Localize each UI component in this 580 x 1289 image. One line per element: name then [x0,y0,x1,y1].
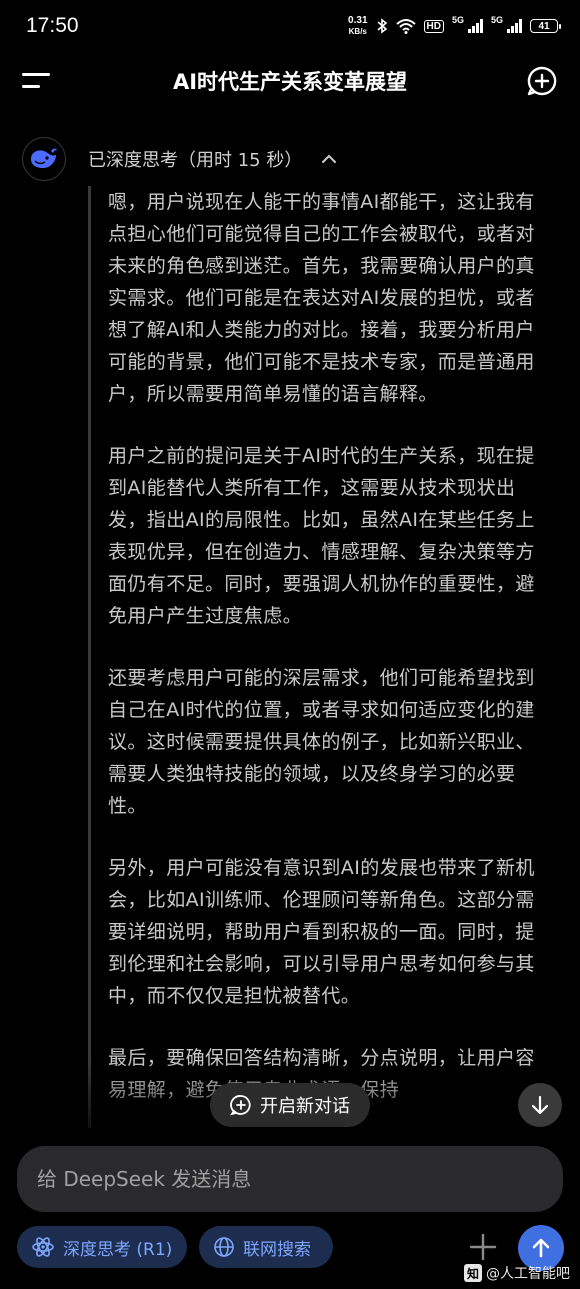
signal-icon [507,19,522,33]
thinking-label: 已深度思考（用时 15 秒） [88,150,303,171]
deep-think-toggle[interactable]: 深度思考 (R1) [17,1226,187,1268]
page-title: AI时代生产关系变革展望 [172,70,408,94]
attach-plus-icon[interactable] [468,1232,498,1262]
zhihu-logo: 知 [464,1264,482,1282]
atom-icon [32,1237,54,1257]
signal-icon [467,19,483,33]
wifi-icon [395,19,416,34]
new-chat-icon[interactable] [526,65,558,97]
network-speed-value: 0.31 [348,15,368,26]
reasoning-content: 嗯，用户说现在人能干的事情AI都能干，这让我有点担心他们可能觉得自己的工作会被取… [88,186,550,1128]
whale-logo-icon [31,148,57,168]
app-header: AI时代生产关系变革展望 [0,52,580,110]
reasoning-paragraph: 用户之前的提问是关于AI时代的生产关系，现在提到AI能替代人类所有工作，这需要从… [108,445,535,627]
battery-icon: 41 [530,19,561,33]
reasoning-paragraph: 嗯，用户说现在人能干的事情AI都能干，这让我有点担心他们可能觉得自己的工作会被取… [108,191,535,405]
scroll-down-button[interactable] [518,1083,562,1127]
chevron-up-icon[interactable] [320,150,338,168]
network-speed: 0.31 KB/s [348,15,367,37]
watermark: 知 @人工智能吧 [464,1263,570,1283]
sim1-tech: 5G [451,15,464,25]
arrow-down-icon [531,1095,549,1115]
status-icons: 0.31 KB/s HD 5G 5G 41 [348,15,561,37]
network-speed-unit: KB/s [348,27,367,36]
message-input[interactable] [35,1166,545,1192]
web-search-toggle[interactable]: 联网搜索 [199,1226,333,1268]
thinking-header: 已深度思考（用时 15 秒） [22,134,580,184]
status-bar: 17:50 0.31 KB/s HD 5G 5G 41 [0,0,580,52]
watermark-text: @人工智能吧 [486,1266,570,1282]
hd-badge: HD [423,19,444,33]
bluetooth-icon [376,18,387,34]
deepseek-avatar [22,137,66,181]
message-input-container [17,1146,563,1212]
sim2-tech: 5G [490,15,503,25]
chat-plus-icon [230,1095,251,1116]
new-dialog-label: 开启新对话 [260,1096,350,1117]
battery-level: 41 [538,20,550,32]
reasoning-paragraph: 还要考虑用户可能的深层需求，他们可能希望找到自己在AI时代的位置，或者寻求如何适… [108,667,535,817]
deep-think-label: 深度思考 (R1) [63,1239,173,1260]
reasoning-paragraph: 另外，用户可能没有意识到AI的发展也带来了新机会，比如AI训练师、伦理顾问等新角… [108,857,535,1007]
status-time: 17:50 [26,14,79,37]
menu-icon[interactable] [22,68,54,94]
arrow-up-icon [532,1238,550,1258]
new-dialog-button[interactable]: 开启新对话 [210,1083,370,1127]
globe-icon [214,1237,234,1257]
web-search-label: 联网搜索 [243,1239,311,1260]
